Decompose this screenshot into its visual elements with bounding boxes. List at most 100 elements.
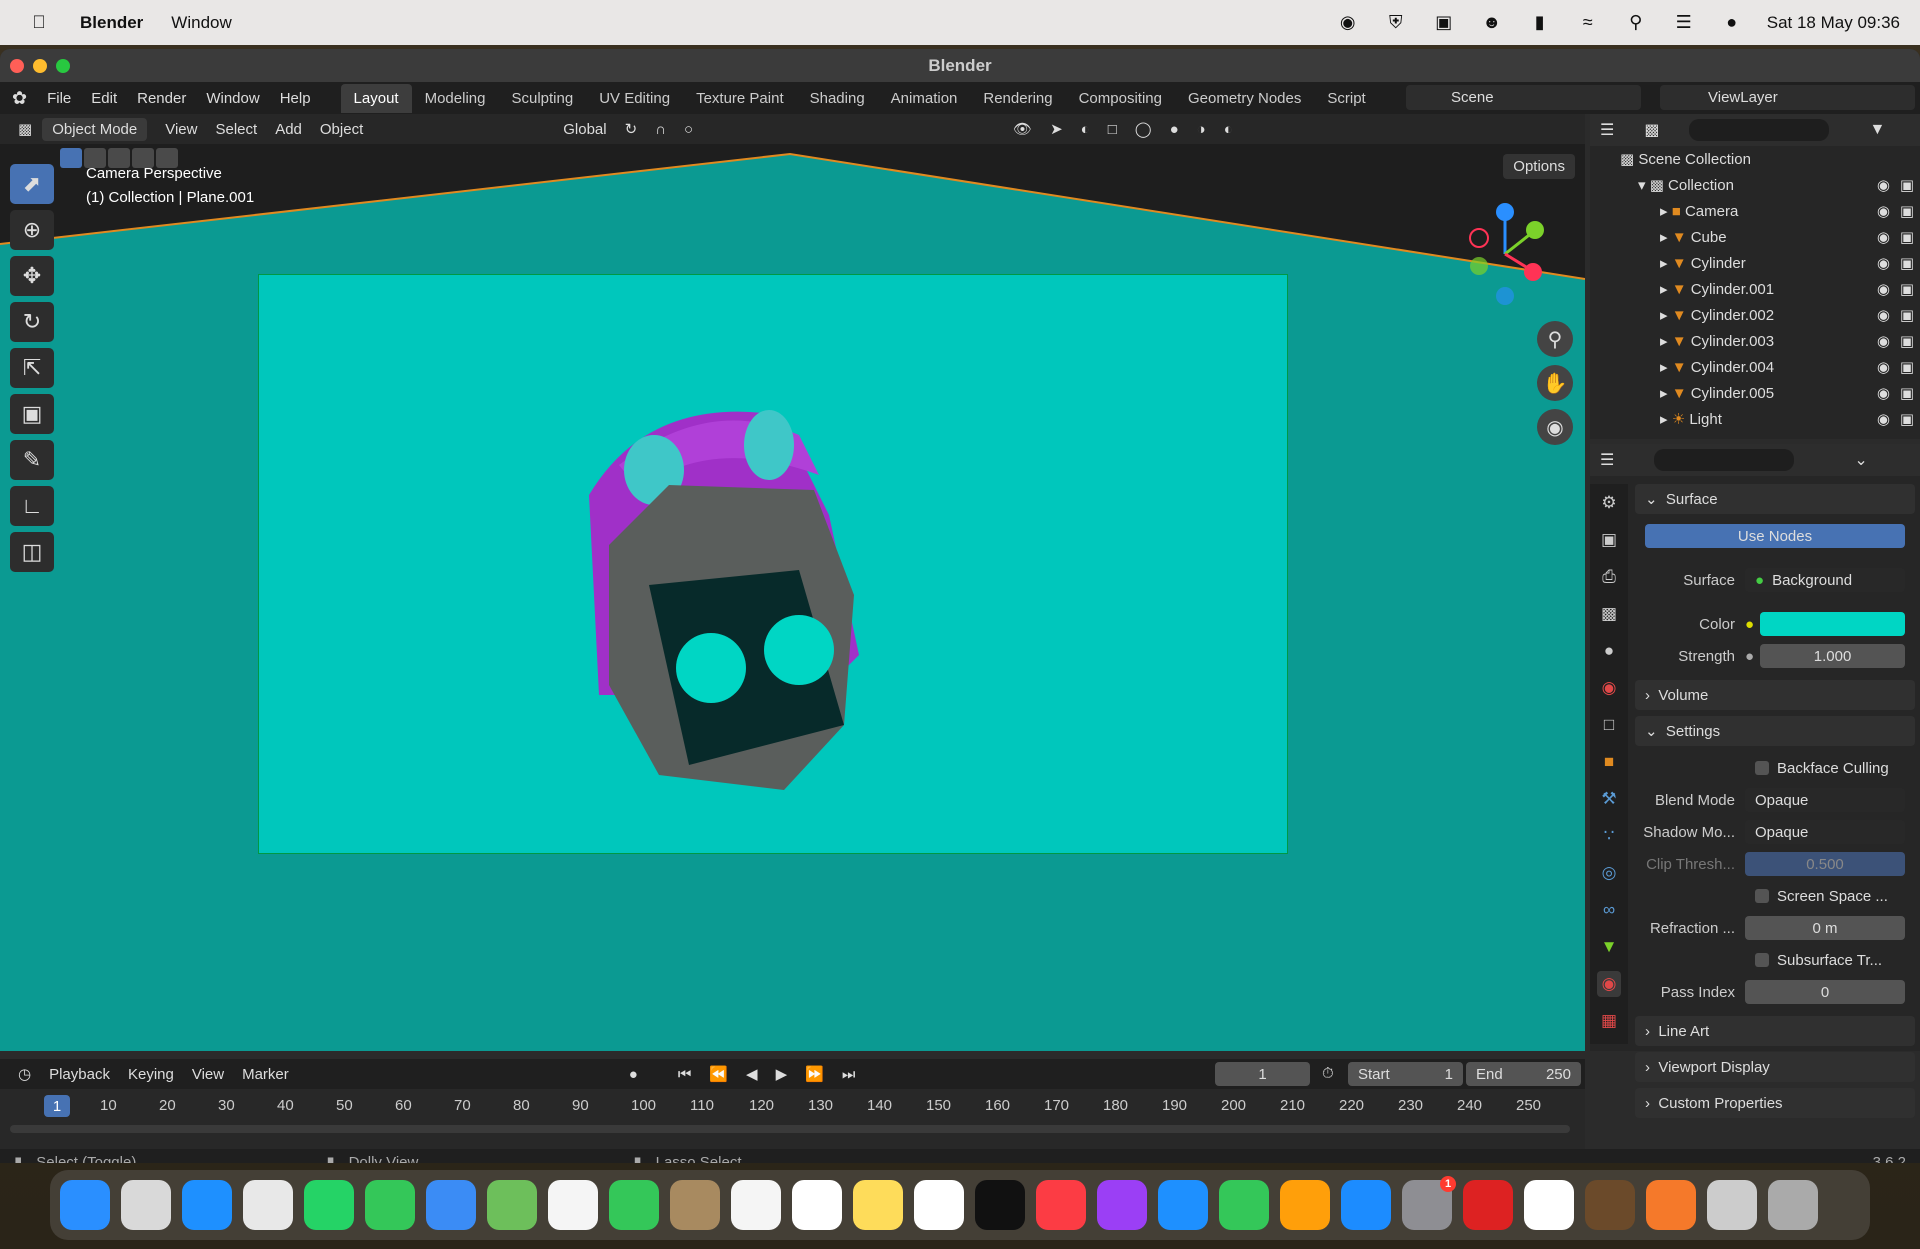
tab-shading[interactable]: Shading (797, 84, 878, 113)
apple-icon[interactable]:  (26, 12, 52, 33)
tab-uv-editing[interactable]: UV Editing (586, 84, 683, 113)
material-shading-icon[interactable]: ◑ (1197, 121, 1206, 138)
battery-icon[interactable]: ▮ (1527, 12, 1553, 33)
outliner-item-cylinder-005[interactable]: ▸ ▼ Cylinder.005 ◉ ▣ (1590, 380, 1920, 406)
line-art-panel-header[interactable]: › Line Art (1635, 1016, 1915, 1046)
blender-logo-icon[interactable]: ✿ (12, 88, 27, 109)
contacts-icon[interactable] (670, 1180, 720, 1230)
solid-shading-icon[interactable]: ● (1170, 121, 1179, 138)
properties-search-input[interactable] (1654, 449, 1795, 471)
tab-animation[interactable]: Animation (878, 84, 971, 113)
app-menu[interactable]: Blender (80, 13, 143, 33)
zoom-button[interactable] (56, 59, 70, 73)
properties-editor-icon[interactable]: ☰ (1600, 450, 1614, 470)
blender-dock-icon[interactable] (1646, 1180, 1696, 1230)
render-camera-icon[interactable]: ▣ (1900, 280, 1914, 298)
gizmo-toggle-icon[interactable]: ➤ (1050, 120, 1063, 138)
wifi-icon[interactable]: ≈ (1575, 12, 1601, 33)
pass-index-field[interactable]: 0 (1745, 980, 1905, 1004)
system-settings-icon[interactable]: 1 (1402, 1176, 1456, 1230)
menu-help[interactable]: Help (280, 90, 311, 107)
numbers-icon[interactable] (1219, 1180, 1269, 1230)
outliner-item-light[interactable]: ▸ ☀ Light ◉ ▣ (1590, 406, 1920, 432)
network-app-icon[interactable] (1524, 1180, 1574, 1230)
expand-arrow-icon[interactable]: ▸ (1660, 358, 1672, 376)
viewlayer-selector[interactable]: ViewLayer (1660, 85, 1915, 110)
scene-collection-row[interactable]: ▩ Scene Collection (1590, 146, 1920, 172)
collection-row[interactable]: ▾ ▩ Collection ◉ ▣ (1590, 172, 1920, 198)
photos-icon[interactable] (548, 1180, 598, 1230)
tab-layout[interactable]: Layout (340, 83, 412, 113)
constraints-tab-icon[interactable]: ∞ (1597, 897, 1621, 923)
end-frame-field[interactable]: End 250 (1466, 1062, 1581, 1086)
zoom-icon[interactable]: ⚲ (1537, 321, 1573, 357)
downloads-stack-icon[interactable] (1707, 1180, 1757, 1230)
keynote-icon[interactable] (1158, 1180, 1208, 1230)
eye-icon[interactable]: ◉ (1877, 228, 1890, 246)
window-menu[interactable]: Window (171, 13, 231, 33)
menu-window[interactable]: Window (206, 90, 259, 107)
stopwatch-icon[interactable]: ⏱ (1322, 1065, 1334, 1082)
expand-arrow-icon[interactable]: ▾ (1638, 176, 1650, 194)
clock[interactable]: Sat 18 May 09:36 (1767, 13, 1900, 33)
surface-shader-selector[interactable]: ● Background (1745, 568, 1905, 592)
outliner-item-cylinder-002[interactable]: ▸ ▼ Cylinder.002 ◉ ▣ (1590, 302, 1920, 328)
tab-geometry-nodes[interactable]: Geometry Nodes (1175, 84, 1314, 113)
pan-hand-icon[interactable]: ✋ (1537, 365, 1573, 401)
notes-icon[interactable] (853, 1180, 903, 1230)
navigation-gizmo[interactable] (1445, 194, 1565, 314)
overlay-icon[interactable]: ◐ (1081, 121, 1090, 138)
shield-icon[interactable]: ⛨ (1383, 12, 1409, 33)
blend-mode-dropdown[interactable]: Opaque (1745, 788, 1905, 812)
game-app-icon[interactable] (1463, 1180, 1513, 1230)
shadow-mode-dropdown[interactable]: Opaque (1745, 820, 1905, 844)
select-menu[interactable]: Select (215, 121, 257, 138)
camera-view-icon[interactable]: ◉ (1537, 409, 1573, 445)
display-mode-icon[interactable]: ▩ (1644, 120, 1659, 140)
reminders-icon[interactable] (731, 1180, 781, 1230)
control-center-icon[interactable]: ☰ (1671, 12, 1697, 33)
pivot-icon[interactable]: ↻ (625, 120, 638, 138)
eye-icon[interactable]: ◉ (1877, 384, 1890, 402)
tool-tab-icon[interactable]: ⚙ (1597, 490, 1621, 516)
app-store-icon[interactable] (1341, 1180, 1391, 1230)
object-menu[interactable]: Object (320, 121, 363, 138)
outliner-item-cylinder-004[interactable]: ▸ ▼ Cylinder.004 ◉ ▣ (1590, 354, 1920, 380)
marker-menu[interactable]: Marker (242, 1066, 289, 1083)
cursor-tool-icon[interactable]: ⊕ (10, 210, 54, 250)
app-b-icon[interactable]: ▣ (1431, 12, 1457, 33)
podcasts-icon[interactable] (1097, 1180, 1147, 1230)
wireframe-shading-icon[interactable]: ◯ (1135, 120, 1152, 138)
record-icon[interactable]: ● (629, 1066, 638, 1083)
eye-icon[interactable]: ◉ (1877, 410, 1890, 428)
freeform-icon[interactable] (914, 1180, 964, 1230)
close-button[interactable] (10, 59, 24, 73)
play-icon[interactable]: ▶ (776, 1065, 788, 1083)
orientation-dropdown[interactable]: Global (563, 121, 606, 138)
outliner-item-cylinder-003[interactable]: ▸ ▼ Cylinder.003 ◉ ▣ (1590, 328, 1920, 354)
add-menu[interactable]: Add (275, 121, 302, 138)
chrome-icon[interactable] (243, 1180, 293, 1230)
next-key-icon[interactable]: ⏩ (805, 1065, 824, 1083)
object-mode-dropdown[interactable]: Object Mode (42, 117, 148, 141)
particles-tab-icon[interactable]: ∵ (1597, 823, 1621, 849)
material-tab-icon[interactable]: ◉ (1597, 971, 1621, 997)
rendered-shading-icon[interactable]: ◐ (1224, 121, 1233, 138)
viewport-display-panel-header[interactable]: › Viewport Display (1635, 1052, 1915, 1082)
measure-tool-icon[interactable]: ∟ (10, 486, 54, 526)
launchpad-icon[interactable] (121, 1180, 171, 1230)
tab-scripting[interactable]: Script (1314, 84, 1378, 113)
render-camera-icon[interactable]: ▣ (1900, 410, 1914, 428)
render-tab-icon[interactable]: ▣ (1597, 527, 1621, 553)
select-box-tool-icon[interactable]: ⬈ (10, 164, 54, 204)
timeline-ruler[interactable]: 1 10 20 30 40 50 60 70 80 90 100 110 120 130 140 150 16… (0, 1089, 1585, 1149)
tab-modeling[interactable]: Modeling (412, 84, 499, 113)
user-icon[interactable]: ☻ (1479, 12, 1505, 33)
minimize-button[interactable] (33, 59, 47, 73)
snap-icon[interactable]: ∩ (655, 121, 666, 138)
subsurface-checkbox[interactable] (1755, 953, 1769, 967)
creative-cloud-icon[interactable]: ◉ (1335, 12, 1361, 33)
data-tab-icon[interactable]: ▼ (1597, 934, 1621, 960)
scene-selector[interactable]: Scene (1406, 85, 1641, 110)
surface-panel-header[interactable]: ⌄ Surface (1635, 484, 1915, 514)
